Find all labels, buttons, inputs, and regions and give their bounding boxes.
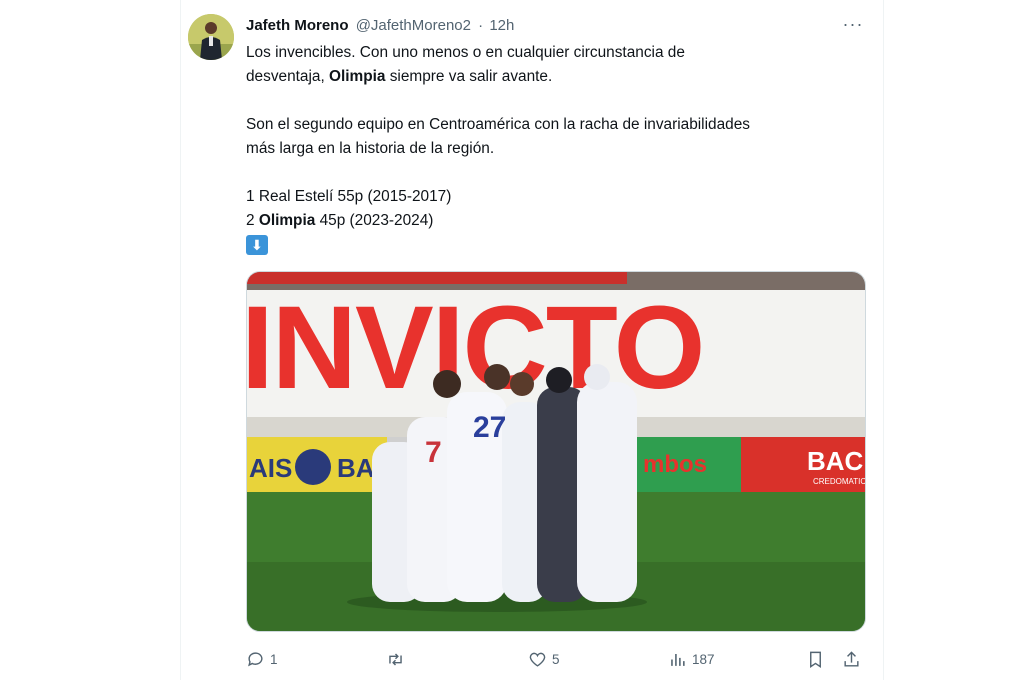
tweet-text-line-4: más larga en la historia de la región. <box>246 140 495 157</box>
jersey-number: 27 <box>473 411 506 444</box>
more-options-icon[interactable]: ··· <box>838 12 868 42</box>
tweet-text-line-1: Los invencibles. Con uno menos o en cual… <box>246 44 685 61</box>
tweet-text-line-5: 1 Real Estelí 55p (2015-2017) <box>246 188 452 205</box>
tweet-actions-bar: 1 5 187 <box>246 646 866 672</box>
views-button[interactable]: 187 <box>668 646 715 672</box>
tweet-text-span: 2 <box>246 212 259 229</box>
tweet-text-bold: Olimpia <box>329 68 386 85</box>
tweet-text-span: 45p (2023-2024) <box>315 212 434 229</box>
tweet-text-line-3: Son el segundo equipo en Centroamérica c… <box>246 116 750 133</box>
author-handle[interactable]: @JafethMoreno2 <box>356 17 471 34</box>
timeline-right-border <box>883 0 884 680</box>
separator-dot: · <box>478 17 484 34</box>
bookmark-button[interactable] <box>806 646 825 672</box>
retweet-icon <box>389 652 402 666</box>
ad-text: AIS <box>249 453 292 483</box>
tweet-text-span: desventaja, <box>246 68 329 85</box>
jersey-number: 7 <box>425 436 442 469</box>
heart-icon <box>529 652 546 667</box>
tweet-time[interactable]: 12h <box>489 17 514 34</box>
avatar[interactable] <box>188 14 234 60</box>
tweet-text-line-2: desventaja, Olimpia siempre va salir ava… <box>246 65 552 89</box>
tweet-text-span: siempre va salir avante. <box>385 68 553 85</box>
like-button[interactable]: 5 <box>528 646 560 672</box>
retweet-button[interactable] <box>386 646 405 672</box>
down-arrow-emoji-icon: ⬇ <box>246 235 268 255</box>
views-chart-icon <box>671 653 685 666</box>
reply-icon <box>248 651 263 666</box>
like-count: 5 <box>552 651 560 667</box>
tweet-photo[interactable]: INVICTO AIS BAN mbos BAC CREDOMATIC 7 27 <box>246 271 866 632</box>
reply-button[interactable]: 1 <box>246 646 278 672</box>
share-button[interactable] <box>842 646 861 672</box>
ad-text: BAC <box>807 446 864 476</box>
timeline-left-border <box>180 0 181 680</box>
share-icon <box>844 650 859 667</box>
reply-count: 1 <box>270 651 278 667</box>
views-count: 187 <box>692 651 715 667</box>
tweet-text-line-6: 2 Olimpia 45p (2023-2024) <box>246 209 433 233</box>
ad-text: CREDOMATIC <box>813 477 865 486</box>
tweet-header: Jafeth Moreno @JafethMoreno2 · 12h <box>246 17 514 34</box>
bookmark-icon <box>810 651 821 668</box>
author-name[interactable]: Jafeth Moreno <box>246 17 349 34</box>
ad-text: mbos <box>643 451 707 478</box>
tweet-text-bold: Olimpia <box>258 212 316 229</box>
